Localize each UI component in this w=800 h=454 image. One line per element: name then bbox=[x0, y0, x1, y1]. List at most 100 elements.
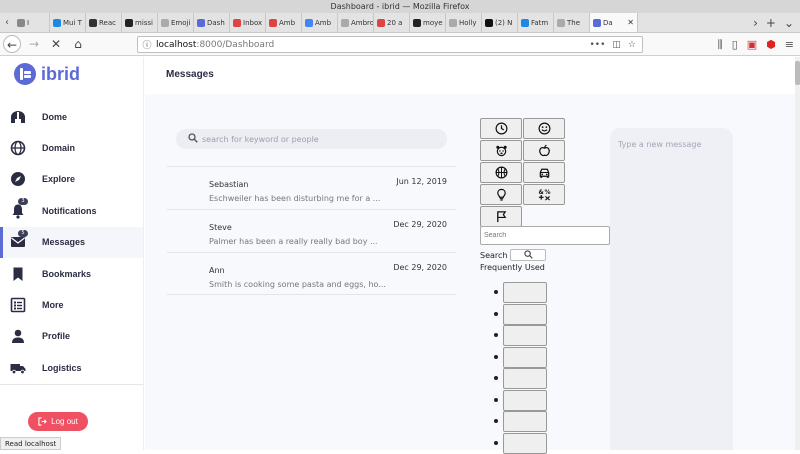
sidebar-item-profile[interactable]: Profile bbox=[0, 321, 143, 352]
emoji-slot-button[interactable] bbox=[503, 368, 547, 389]
forward-arrow-icon[interactable]: → bbox=[25, 35, 43, 53]
browser-tab[interactable]: Holly bbox=[446, 13, 482, 32]
emoji-slot-button[interactable] bbox=[503, 432, 547, 454]
sidebar-item-bookmarks[interactable]: Bookmarks bbox=[0, 258, 143, 289]
tab-label: (2) N bbox=[495, 18, 513, 27]
tab-label: Fatm bbox=[531, 18, 549, 27]
browser-tab[interactable]: Dash bbox=[194, 13, 230, 32]
sidebar-item-notifications[interactable]: 3 Notifications bbox=[0, 195, 143, 226]
message-count-badge: 5 bbox=[18, 229, 28, 237]
emoji-slot-button[interactable] bbox=[503, 389, 547, 411]
home-icon[interactable]: ⌂ bbox=[69, 35, 87, 53]
tab-active[interactable]: Da ✕ bbox=[590, 13, 638, 32]
tab-label: Amb bbox=[279, 18, 296, 27]
page-info-icon[interactable]: ⓘ bbox=[138, 38, 156, 51]
sidebar-item-dome[interactable]: Dome bbox=[0, 101, 143, 132]
tab-label: Amb bbox=[315, 18, 332, 27]
sidebar-item-more[interactable]: More bbox=[0, 289, 143, 320]
stop-icon[interactable]: ✕ bbox=[47, 35, 65, 53]
favicon-icon bbox=[341, 18, 349, 27]
emoji-slot-button[interactable] bbox=[503, 282, 547, 303]
favicon-icon bbox=[377, 18, 385, 27]
emoji-slot-button[interactable] bbox=[503, 346, 547, 368]
back-arrow-icon[interactable]: ← bbox=[3, 35, 21, 53]
browser-tab[interactable]: moye bbox=[410, 13, 446, 32]
search-placeholder: search for keyword or people bbox=[202, 134, 319, 144]
sports-icon[interactable] bbox=[480, 162, 522, 183]
hamburger-menu-icon[interactable]: ≡ bbox=[785, 36, 794, 53]
close-icon[interactable]: ✕ bbox=[627, 13, 634, 32]
flag-icon[interactable] bbox=[480, 206, 522, 227]
smiley-icon[interactable] bbox=[523, 118, 565, 139]
browser-tab[interactable]: Fatm bbox=[518, 13, 554, 32]
extension-icon[interactable]: ▣ bbox=[747, 36, 757, 53]
page-actions-icon[interactable]: ••• bbox=[589, 40, 605, 50]
tab-label: Reac bbox=[99, 18, 116, 27]
app-root: ibrid Dome Domain Explore 3 Notification… bbox=[0, 57, 795, 454]
message-search-input[interactable]: search for keyword or people bbox=[176, 129, 447, 149]
lightbulb-icon[interactable] bbox=[480, 184, 522, 205]
animal-icon[interactable] bbox=[480, 140, 522, 161]
sidebar-item-domain[interactable]: Domain bbox=[0, 132, 143, 163]
emoji-search-button[interactable] bbox=[510, 249, 547, 261]
library-icon[interactable]: ⫼ bbox=[718, 36, 723, 53]
sidebar-item-messages[interactable]: 5 Messages bbox=[0, 226, 143, 259]
bell-icon bbox=[10, 203, 26, 219]
pocket-icon[interactable]: ◫ bbox=[612, 40, 621, 50]
favicon-icon bbox=[269, 18, 277, 27]
favicon-icon bbox=[413, 18, 421, 27]
emoji-slot-button[interactable] bbox=[503, 411, 547, 432]
browser-tab[interactable]: missi bbox=[122, 13, 158, 32]
brand-logo[interactable]: ibrid bbox=[14, 63, 80, 85]
bookmark-icon bbox=[10, 266, 26, 282]
tab-label: Inbox bbox=[243, 18, 263, 27]
bookmark-star-icon[interactable]: ☆ bbox=[628, 40, 636, 50]
browser-tab[interactable]: Emoji M bbox=[158, 13, 194, 32]
food-icon[interactable] bbox=[523, 140, 565, 161]
favicon-icon bbox=[593, 18, 601, 27]
browser-tab[interactable]: 20 a bbox=[374, 13, 410, 32]
browser-tab[interactable]: The bbox=[554, 13, 590, 32]
sidebar-item-label: Domain bbox=[42, 143, 76, 154]
tab-label: Emoji M bbox=[171, 18, 193, 27]
new-message-panel[interactable]: Type a new message bbox=[610, 128, 733, 450]
emoji-search-input[interactable] bbox=[480, 226, 610, 245]
list-item[interactable]: Steve Dec 29, 2020 Palmer has been a rea… bbox=[167, 209, 456, 252]
page-scrollbar[interactable] bbox=[795, 57, 800, 450]
tab-scroll-left-icon[interactable]: ‹ bbox=[0, 13, 14, 32]
scrollbar-thumb[interactable] bbox=[795, 61, 800, 85]
logout-button[interactable]: Log out bbox=[28, 412, 88, 431]
browser-tab[interactable]: (2) N bbox=[482, 13, 518, 32]
mail-icon bbox=[10, 234, 26, 250]
url-bar[interactable]: ⓘ localhost :8000/Dashboard ••• ◫ ☆ bbox=[137, 36, 643, 53]
symbols-icon[interactable]: &% bbox=[523, 184, 565, 205]
bullet-icon bbox=[494, 419, 498, 423]
favicon-icon bbox=[197, 18, 205, 27]
search-icon bbox=[188, 132, 202, 146]
emoji-slot-button[interactable] bbox=[503, 303, 547, 325]
tab-list-chevron-down-icon[interactable]: ⌄ bbox=[784, 13, 794, 32]
window-title: Dashboard - ibrid — Mozilla Firefox bbox=[0, 0, 800, 13]
browser-tab[interactable]: I bbox=[14, 13, 50, 32]
browser-tab[interactable]: Amb bbox=[266, 13, 302, 32]
tab-strip: ‹ I Mui T Reac missi Emoji M Dash Inbox Amb Amb A… bbox=[0, 13, 800, 33]
emoji-slot-button[interactable] bbox=[503, 325, 547, 346]
list-item[interactable]: Ann Dec 29, 2020 Smith is cooking some p… bbox=[167, 252, 456, 295]
list-item[interactable]: Sebastian Jun 12, 2019 Eschweiler has be… bbox=[167, 166, 456, 209]
browser-tab[interactable]: Ambrosi bbox=[338, 13, 374, 32]
message-date: Jun 12, 2019 bbox=[396, 177, 447, 186]
browser-tab[interactable]: Inbox bbox=[230, 13, 266, 32]
sidebar-toggle-icon[interactable]: ▯ bbox=[732, 36, 738, 53]
recent-clock-icon[interactable] bbox=[480, 118, 522, 139]
sidebar-item-explore[interactable]: Explore bbox=[0, 164, 143, 195]
sidebar-item-logistics[interactable]: Logistics bbox=[0, 352, 143, 383]
ublock-icon[interactable]: ⬢ bbox=[766, 36, 776, 53]
travel-icon[interactable] bbox=[523, 162, 565, 183]
browser-tab[interactable]: Amb bbox=[302, 13, 338, 32]
browser-tab[interactable]: Mui T bbox=[50, 13, 86, 32]
sidebar-item-label: Messages bbox=[42, 237, 86, 248]
main-content: Messages search for keyword or people Se… bbox=[145, 57, 795, 454]
new-tab-plus-icon[interactable]: + bbox=[766, 13, 776, 32]
tab-scroll-right-icon[interactable]: › bbox=[753, 13, 758, 32]
browser-tab[interactable]: Reac bbox=[86, 13, 122, 32]
